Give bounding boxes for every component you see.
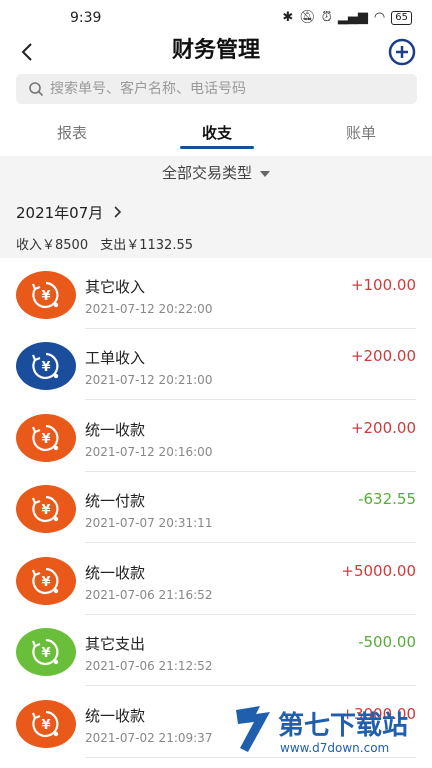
status-bar: 9:39 ✱ 🔕︎ ⏰︎ ▂▄▆ ◠ 65 xyxy=(0,0,432,36)
transaction-name: 其它收入 xyxy=(85,278,146,296)
month-label: 2021年07月 xyxy=(16,204,104,222)
transaction-time: 2021-07-12 20:22:00 xyxy=(85,302,213,316)
alarm-icon: ⏰︎ xyxy=(321,10,332,25)
plus-circle-icon xyxy=(388,38,416,66)
transaction-item[interactable]: ¥ 统一收款 2021-07-06 21:16:52 +5000.00 xyxy=(0,544,432,615)
transaction-name: 统一收款 xyxy=(85,421,146,439)
transaction-item[interactable]: ¥ 统一付款 2021-07-07 20:31:11 -632.55 xyxy=(0,472,432,543)
yuan-icon: ¥ xyxy=(16,414,76,462)
watermark-brand: 第七下载站 xyxy=(278,710,408,741)
search-input[interactable] xyxy=(50,81,410,97)
transaction-item[interactable]: ¥ 统一收款 2021-07-12 20:16:00 +200.00 xyxy=(0,401,432,472)
transaction-amount: +200.00 xyxy=(350,419,416,437)
divider xyxy=(85,542,416,543)
divider xyxy=(85,399,416,400)
svg-text:¥: ¥ xyxy=(41,360,50,375)
income-total: 收入￥8500 xyxy=(16,238,89,253)
filter-label: 全部交易类型 xyxy=(161,164,252,182)
chevron-left-icon xyxy=(21,43,32,61)
status-time: 9:39 xyxy=(70,10,102,26)
active-tab-indicator xyxy=(180,146,254,149)
yuan-icon: ¥ xyxy=(16,485,76,533)
svg-text:¥: ¥ xyxy=(41,646,50,661)
search-icon xyxy=(29,82,44,97)
wifi-icon: ◠ xyxy=(373,10,386,25)
yuan-icon: ¥ xyxy=(16,700,76,748)
transaction-time: 2021-07-02 21:09:37 xyxy=(85,731,213,745)
svg-text:¥: ¥ xyxy=(41,432,50,447)
svg-text:¥: ¥ xyxy=(41,718,50,733)
transaction-item[interactable]: ¥ 工单收入 2021-07-12 20:21:00 +200.00 xyxy=(0,329,432,400)
battery-indicator: 65 xyxy=(391,10,412,25)
month-selector[interactable]: 2021年07月 xyxy=(16,202,122,223)
signal-icon: ▂▄▆ xyxy=(337,10,368,25)
search-box[interactable] xyxy=(16,74,417,104)
tab-income-expense[interactable]: 收支 xyxy=(167,122,267,143)
svg-text:¥: ¥ xyxy=(41,503,50,518)
add-button[interactable] xyxy=(388,38,416,66)
chevron-right-icon xyxy=(114,206,122,218)
yuan-icon: ¥ xyxy=(16,557,76,605)
transaction-amount: -500.00 xyxy=(358,633,416,651)
transaction-name: 统一收款 xyxy=(85,707,146,725)
transaction-time: 2021-07-06 21:16:52 xyxy=(85,588,213,602)
svg-text:¥: ¥ xyxy=(41,575,50,590)
tab-bar: 报表 收支 账单 xyxy=(0,112,432,156)
yuan-icon: ¥ xyxy=(16,271,76,319)
expense-total: 支出￥1132.55 xyxy=(100,238,193,253)
transaction-amount: +5000.00 xyxy=(341,562,416,580)
back-button[interactable] xyxy=(14,38,40,66)
yuan-icon: ¥ xyxy=(16,342,76,390)
transaction-item[interactable]: ¥ 其它收入 2021-07-12 20:22:00 +100.00 xyxy=(0,258,432,329)
transaction-name: 其它支出 xyxy=(85,635,146,653)
watermark-url: www.d7down.com xyxy=(280,741,389,755)
transaction-list: ¥ 其它收入 2021-07-12 20:22:00 +100.00 ¥ 工单收… xyxy=(0,258,432,768)
transaction-amount: +100.00 xyxy=(350,276,416,294)
caret-down-icon xyxy=(260,170,270,177)
mute-icon: 🔕︎ xyxy=(299,10,316,25)
page-title: 财务管理 xyxy=(171,38,260,63)
transaction-name: 统一付款 xyxy=(85,492,146,510)
transaction-name: 统一收款 xyxy=(85,564,146,582)
search-bar xyxy=(0,70,432,112)
divider xyxy=(85,685,416,686)
transaction-amount: -632.55 xyxy=(358,490,416,508)
nav-bar: 财务管理 xyxy=(0,36,432,70)
transaction-time: 2021-07-06 21:12:52 xyxy=(85,659,213,673)
transaction-type-filter[interactable]: 全部交易类型 xyxy=(0,162,432,196)
yuan-icon: ¥ xyxy=(16,628,76,676)
svg-text:¥: ¥ xyxy=(41,289,50,304)
transaction-time: 2021-07-12 20:16:00 xyxy=(85,445,213,459)
transaction-name: 工单收入 xyxy=(85,349,146,367)
transaction-time: 2021-07-07 20:31:11 xyxy=(85,516,213,530)
tab-bills[interactable]: 账单 xyxy=(311,122,411,143)
transaction-amount: +200.00 xyxy=(350,347,416,365)
site-watermark-logo: 第七下载站 www.d7down.com xyxy=(236,706,408,755)
month-summary: 收入￥8500 支出￥1132.55 xyxy=(16,234,201,253)
tab-report[interactable]: 报表 xyxy=(22,122,122,143)
transaction-item[interactable]: ¥ 其它支出 2021-07-06 21:12:52 -500.00 xyxy=(0,615,432,686)
bluetooth-icon: ✱ xyxy=(282,10,294,25)
transaction-time: 2021-07-12 20:21:00 xyxy=(85,373,213,387)
status-icons: ✱ 🔕︎ ⏰︎ ▂▄▆ ◠ 65 xyxy=(282,10,412,25)
